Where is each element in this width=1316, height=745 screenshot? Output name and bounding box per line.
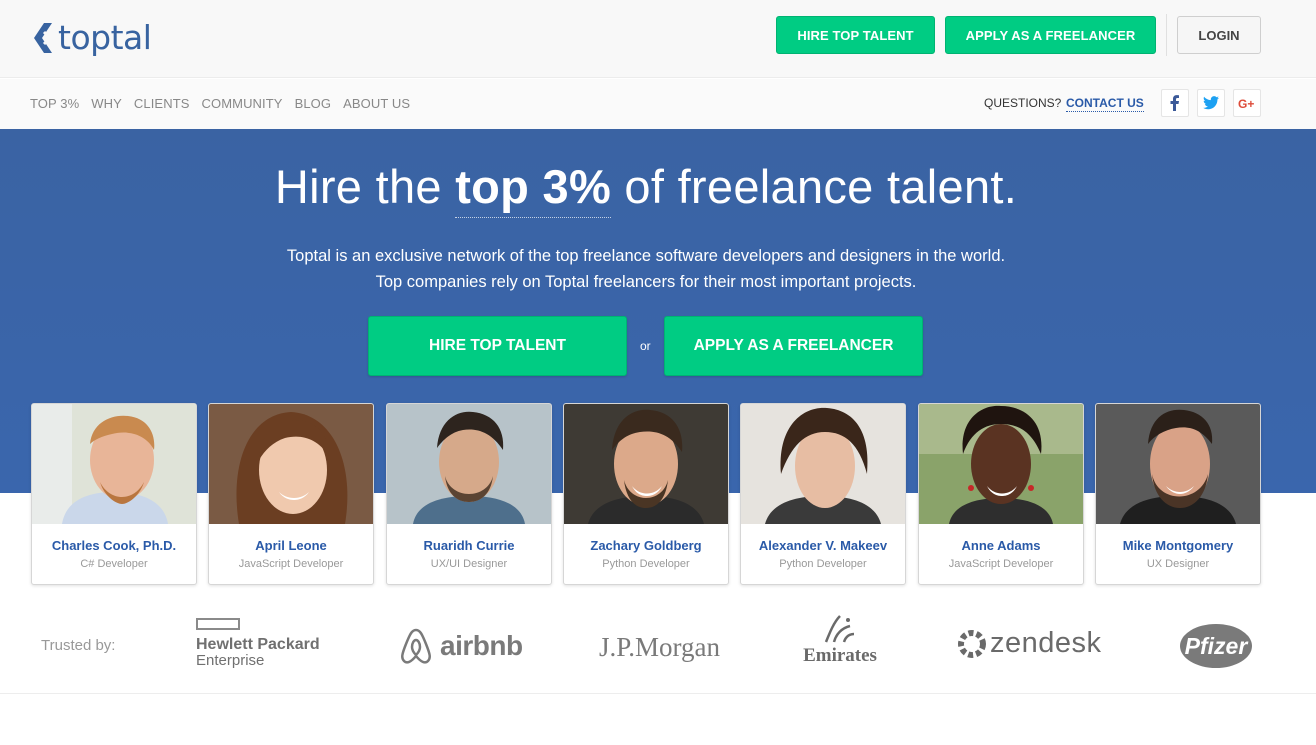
or-label: or bbox=[640, 339, 651, 353]
freelancer-name[interactable]: Charles Cook, Ph.D. bbox=[32, 538, 196, 553]
freelancer-card[interactable]: Mike Montgomery UX Designer bbox=[1095, 403, 1261, 585]
freelancer-role: C# Developer bbox=[80, 558, 148, 570]
freelancer-card[interactable]: Charles Cook, Ph.D. C# Developer bbox=[31, 403, 197, 585]
toptal-logo[interactable]: toptal bbox=[30, 18, 152, 57]
freelancer-name[interactable]: April Leone bbox=[209, 538, 373, 553]
hero-subtitle-line2: Top companies rely on Toptal freelancers… bbox=[375, 273, 917, 291]
hero-title-emphasis[interactable]: top 3% bbox=[455, 160, 612, 218]
hpe-logo: Hewlett Packard Enterprise bbox=[196, 618, 326, 669]
nav-item-blog[interactable]: BLOG bbox=[295, 96, 332, 111]
apply-as-freelancer-button[interactable]: APPLY AS A FREELANCER bbox=[945, 16, 1156, 54]
freelancer-name[interactable]: Mike Montgomery bbox=[1096, 538, 1260, 553]
freelancer-card[interactable]: Anne Adams JavaScript Developer bbox=[918, 403, 1084, 585]
secondary-nav: TOP 3% WHY CLIENTS COMMUNITY BLOG ABOUT … bbox=[0, 79, 1316, 129]
questions-label: QUESTIONS? bbox=[984, 96, 1062, 110]
freelancer-role: JavaScript Developer bbox=[948, 558, 1054, 570]
contact-us-link[interactable]: CONTACT US bbox=[1066, 96, 1144, 112]
freelancer-photo bbox=[1096, 404, 1260, 524]
freelancer-card[interactable]: Ruaridh Currie UX/UI Designer bbox=[386, 403, 552, 585]
emirates-wordmark: Emirates bbox=[803, 645, 877, 666]
logo-text: toptal bbox=[58, 18, 152, 57]
emirates-arabic-icon bbox=[824, 615, 855, 643]
hpe-logo-line2: Enterprise bbox=[196, 652, 265, 669]
pfizer-logo: Pfizer bbox=[1180, 624, 1252, 668]
hero-title-post: of freelance talent. bbox=[611, 160, 1018, 213]
nav-item-clients[interactable]: CLIENTS bbox=[134, 96, 190, 111]
hero-hire-top-talent-button[interactable]: HIRE TOP TALENT bbox=[368, 316, 627, 376]
google-plus-icon[interactable]: G+ bbox=[1233, 89, 1261, 117]
freelancer-photo bbox=[209, 404, 373, 524]
twitter-icon[interactable] bbox=[1197, 89, 1225, 117]
svg-text:G+: G+ bbox=[1238, 97, 1254, 109]
nav-item-community[interactable]: COMMUNITY bbox=[202, 96, 283, 111]
freelancer-card[interactable]: Zachary Goldberg Python Developer bbox=[563, 403, 729, 585]
nav-item-about-us[interactable]: ABOUT US bbox=[343, 96, 410, 111]
freelancer-card[interactable]: April Leone JavaScript Developer bbox=[208, 403, 374, 585]
freelancer-role: Python Developer bbox=[779, 558, 867, 570]
airbnb-belo-icon bbox=[401, 628, 431, 664]
nav-item-top3[interactable]: TOP 3% bbox=[30, 96, 79, 111]
emirates-logo: Emirates bbox=[798, 612, 882, 667]
jpmorgan-logo: J.P.Morgan bbox=[599, 632, 721, 662]
nav-item-why[interactable]: WHY bbox=[91, 96, 122, 111]
freelancer-name[interactable]: Anne Adams bbox=[919, 538, 1083, 553]
pfizer-wordmark: Pfizer bbox=[1184, 632, 1248, 659]
hire-top-talent-button[interactable]: HIRE TOP TALENT bbox=[776, 16, 935, 54]
freelancer-photo bbox=[741, 404, 905, 524]
freelancer-name[interactable]: Ruaridh Currie bbox=[387, 538, 551, 553]
hero-title: Hire the top 3% of freelance talent. bbox=[0, 159, 1292, 218]
airbnb-wordmark: airbnb bbox=[440, 630, 523, 661]
trusted-by-label: Trusted by: bbox=[41, 637, 116, 654]
section-divider bbox=[0, 693, 1316, 694]
hero-subtitle-line1: Toptal is an exclusive network of the to… bbox=[286, 247, 1006, 265]
zendesk-logo: zendesk bbox=[956, 627, 1102, 660]
freelancer-photo bbox=[564, 404, 728, 524]
zendesk-gear-icon bbox=[958, 629, 986, 658]
freelancer-name[interactable]: Alexander V. Makeev bbox=[741, 538, 905, 553]
hero-title-pre: Hire the bbox=[274, 160, 456, 213]
freelancer-photo bbox=[919, 404, 1083, 524]
nav-links: TOP 3% WHY CLIENTS COMMUNITY BLOG ABOUT … bbox=[30, 96, 422, 111]
freelancer-card[interactable]: Alexander V. Makeev Python Developer bbox=[740, 403, 906, 585]
hpe-logo-line1: Hewlett Packard bbox=[196, 636, 320, 653]
zendesk-wordmark: zendesk bbox=[990, 627, 1102, 659]
freelancer-role: Python Developer bbox=[602, 558, 690, 570]
facebook-icon[interactable] bbox=[1161, 89, 1189, 117]
header-divider bbox=[1166, 14, 1167, 56]
hero-apply-as-freelancer-button[interactable]: APPLY AS A FREELANCER bbox=[664, 316, 923, 376]
top-header: toptal HIRE TOP TALENT APPLY AS A FREELA… bbox=[0, 0, 1316, 78]
login-button[interactable]: LOGIN bbox=[1177, 16, 1261, 54]
freelancer-role: JavaScript Developer bbox=[238, 558, 344, 570]
airbnb-logo: airbnb bbox=[398, 626, 523, 666]
freelancer-photo bbox=[32, 404, 196, 524]
freelancer-role: UX Designer bbox=[1146, 558, 1210, 570]
toptal-logo-icon bbox=[34, 22, 53, 53]
hpe-rectangle-icon bbox=[196, 618, 240, 630]
freelancer-photo bbox=[387, 404, 551, 524]
freelancer-name[interactable]: Zachary Goldberg bbox=[564, 538, 728, 553]
freelancer-role: UX/UI Designer bbox=[430, 558, 508, 570]
